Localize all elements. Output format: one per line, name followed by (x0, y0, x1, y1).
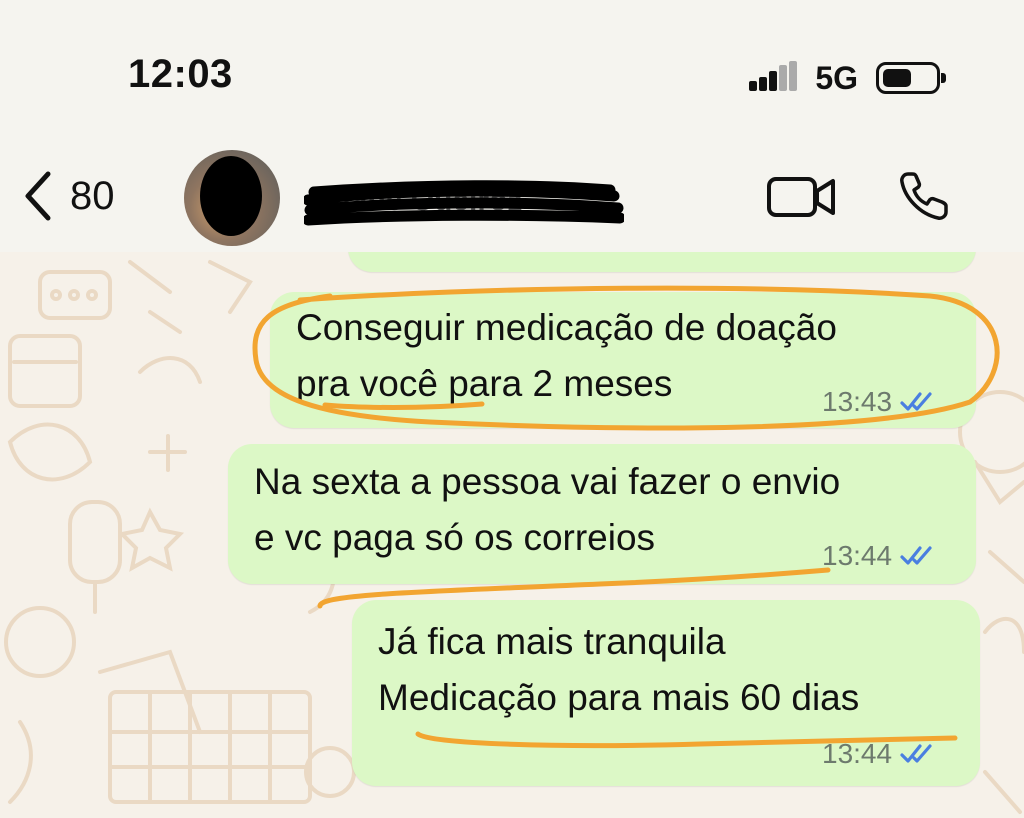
chat-header: 80 Eliane Queiroz (0, 140, 1024, 252)
status-indicators: 5G (749, 58, 946, 98)
message-bubble[interactable]: Conseguir medicação de doação pra você p… (270, 292, 976, 428)
battery-icon (876, 62, 946, 94)
video-camera-icon[interactable] (766, 174, 836, 220)
message-time: 13:44 (822, 540, 893, 571)
phone-icon[interactable] (896, 168, 952, 224)
previous-message-bubble[interactable] (348, 252, 976, 272)
message-text: e vc paga só os correios (254, 517, 656, 558)
double-check-icon (900, 744, 932, 763)
message-text: Medicação para mais 60 dias (378, 677, 860, 718)
back-button[interactable]: 80 (20, 162, 115, 230)
name-redaction-scribble (304, 180, 624, 226)
message-bubble[interactable]: Na sexta a pessoa vai fazer o envio e vc… (228, 444, 976, 584)
message-time: 13:44 (822, 738, 893, 769)
message-text: Na sexta a pessoa vai fazer o envio (254, 461, 841, 502)
message-bubble[interactable]: Já fica mais tranquila Medicação para ma… (352, 600, 980, 786)
chat-area[interactable]: Conseguir medicação de doação pra você p… (0, 252, 1024, 818)
message-text: Conseguir medicação de doação (296, 307, 837, 348)
avatar[interactable] (184, 150, 280, 246)
contact-name[interactable]: Eliane Queiroz (304, 180, 624, 226)
message-meta: 13:44 (822, 738, 938, 770)
signal-bars-icon (749, 61, 798, 95)
double-check-icon (900, 546, 932, 565)
network-label: 5G (815, 59, 858, 96)
top-area: 12:03 5G 80 Eliane Queiroz (0, 0, 1024, 252)
status-time: 12:03 (128, 52, 233, 96)
double-check-icon (900, 392, 932, 411)
message-text: Já fica mais tranquila (378, 621, 726, 662)
chevron-left-icon (25, 171, 51, 221)
avatar-redaction (200, 156, 262, 236)
message-meta: 13:43 (822, 386, 938, 418)
message-meta: 13:44 (822, 540, 938, 572)
message-time: 13:43 (822, 386, 893, 417)
message-text: pra você para 2 meses (296, 363, 673, 404)
unread-count: 80 (70, 173, 115, 218)
